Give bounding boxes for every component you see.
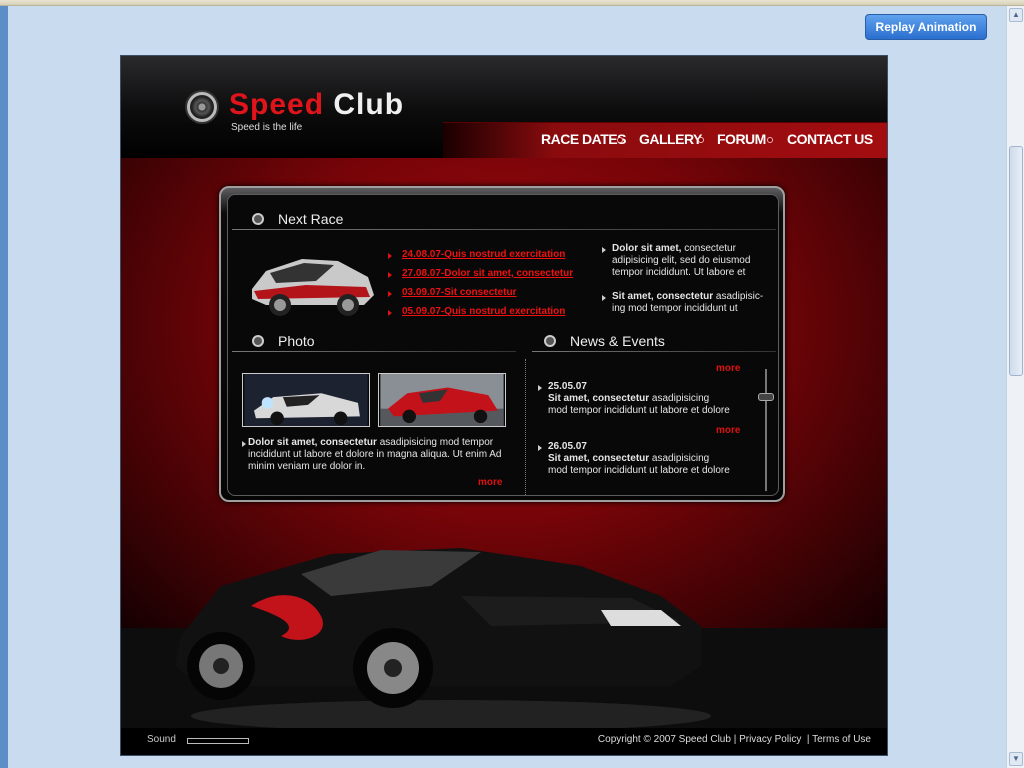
wheel-bullet-icon bbox=[544, 335, 556, 347]
scroll-down-arrow-icon[interactable]: ▼ bbox=[1009, 752, 1023, 766]
page-scrollbar[interactable]: ▲ ▼ bbox=[1006, 6, 1024, 768]
nav-separator-icon bbox=[767, 137, 773, 143]
news-item-2-line1: asadipisicing bbox=[649, 453, 710, 464]
news-more-link-1[interactable]: more bbox=[716, 425, 740, 436]
wheel-bullet-icon bbox=[252, 213, 264, 225]
race-note-1: Dolor sit amet, consectetur adipisicing … bbox=[612, 243, 772, 279]
footer-links: Copyright © 2007 Speed Club | Privacy Po… bbox=[597, 734, 871, 745]
sound-volume-slider[interactable] bbox=[187, 738, 249, 744]
photo-more-link[interactable]: more bbox=[478, 477, 502, 488]
wheel-logo-icon bbox=[187, 92, 217, 122]
nav-separator-icon bbox=[698, 137, 704, 143]
scroll-up-arrow-icon[interactable]: ▲ bbox=[1009, 8, 1023, 22]
photo-thumbnail-2[interactable] bbox=[378, 373, 506, 427]
race-car-image bbox=[252, 259, 374, 316]
race-note-2-bold: Sit amet, consectetur bbox=[612, 291, 714, 302]
nav-forum[interactable]: FORUM bbox=[717, 131, 766, 147]
hero-sports-car-image bbox=[175, 548, 711, 732]
wheel-bullet-icon bbox=[252, 335, 264, 347]
replay-animation-button[interactable]: Replay Animation bbox=[865, 14, 987, 40]
news-item-1-line1: asadipisicing bbox=[649, 393, 710, 404]
news-item-2-headline: Sit amet, consectetur bbox=[548, 453, 650, 464]
main-navigation: RACE DATES GALLERY FORUM CONTACT US bbox=[443, 122, 887, 158]
news-item-2-line2: mod tempor incididunt ut labore et dolor… bbox=[548, 465, 730, 476]
site-header: Speed Club Speed is the life RACE DATES … bbox=[121, 56, 887, 158]
section-divider bbox=[232, 229, 776, 230]
photo-title: Photo bbox=[278, 333, 315, 349]
race-link-3[interactable]: 03.09.07-Sit consectetur bbox=[402, 287, 517, 298]
sound-label: Sound bbox=[147, 734, 176, 745]
news-events-title: News & Events bbox=[570, 333, 665, 349]
section-divider bbox=[232, 351, 516, 352]
white-bullet-icon bbox=[242, 441, 246, 447]
news-item-1-date: 25.05.07 bbox=[548, 381, 587, 392]
red-bullet-icon bbox=[388, 253, 392, 259]
news-item-1[interactable]: 25.05.07 Sit amet, consectetur asadipisi… bbox=[548, 381, 748, 417]
speed-club-site: Speed Club Speed is the life RACE DATES … bbox=[120, 55, 888, 756]
news-item-2-date: 26.05.07 bbox=[548, 441, 587, 452]
content-panel: Next Race 24.08.07-Quis nostrud exercita… bbox=[219, 186, 785, 502]
white-bullet-icon bbox=[602, 295, 606, 301]
content-panel-inner: Next Race 24.08.07-Quis nostrud exercita… bbox=[227, 194, 779, 496]
news-scroll-knob[interactable] bbox=[758, 393, 774, 401]
news-item-2[interactable]: 26.05.07 Sit amet, consectetur asadipisi… bbox=[548, 441, 748, 477]
window-left-frame bbox=[0, 6, 8, 768]
nav-gallery[interactable]: GALLERY bbox=[639, 131, 702, 147]
red-bullet-icon bbox=[388, 310, 392, 316]
browser-top-edge bbox=[0, 0, 1024, 6]
white-bullet-icon bbox=[538, 385, 542, 391]
logo-club: Club bbox=[333, 88, 405, 121]
white-bullet-icon bbox=[538, 445, 542, 451]
race-link-2[interactable]: 27.08.07-Dolor sit amet, consectetur bbox=[402, 268, 573, 279]
terms-of-use-link[interactable]: Terms of Use bbox=[812, 734, 871, 745]
photo-thumbnail-1[interactable] bbox=[242, 373, 370, 427]
race-link-4[interactable]: 05.09.07-Quis nostrud exercitation bbox=[402, 306, 565, 317]
photo-text: Dolor sit amet, consectetur asadipisicin… bbox=[248, 437, 510, 473]
section-divider bbox=[532, 351, 776, 352]
copyright-text: Copyright © 2007 Speed Club bbox=[597, 734, 731, 745]
photo-text-bold: Dolor sit amet, consectetur bbox=[248, 437, 377, 448]
nav-contact-us[interactable]: CONTACT US bbox=[787, 131, 873, 147]
logo-speed: Speed bbox=[229, 88, 325, 121]
nav-race-dates[interactable]: RACE DATES bbox=[541, 131, 626, 147]
race-note-2: Sit amet, consectetur asadipisic-ing mod… bbox=[612, 291, 772, 315]
privacy-policy-link[interactable]: Privacy Policy bbox=[739, 734, 801, 745]
scrollbar-thumb[interactable] bbox=[1009, 146, 1023, 376]
race-link-1[interactable]: 24.08.07-Quis nostrud exercitation bbox=[402, 249, 565, 260]
news-item-1-headline: Sit amet, consectetur bbox=[548, 393, 650, 404]
race-note-1-bold: Dolor sit amet, bbox=[612, 243, 682, 254]
white-bullet-icon bbox=[602, 247, 606, 253]
news-more-link-top[interactable]: more bbox=[716, 363, 740, 374]
news-scroll-track[interactable] bbox=[765, 369, 767, 491]
column-divider bbox=[525, 359, 526, 495]
red-bullet-icon bbox=[388, 272, 392, 278]
next-race-title: Next Race bbox=[278, 211, 344, 227]
red-bullet-icon bbox=[388, 291, 392, 297]
news-item-1-line2: mod tempor incididunt ut labore et dolor… bbox=[548, 405, 730, 416]
nav-separator-icon bbox=[617, 137, 623, 143]
site-logo[interactable]: Speed Club bbox=[229, 88, 404, 122]
site-tagline: Speed is the life bbox=[231, 122, 303, 133]
